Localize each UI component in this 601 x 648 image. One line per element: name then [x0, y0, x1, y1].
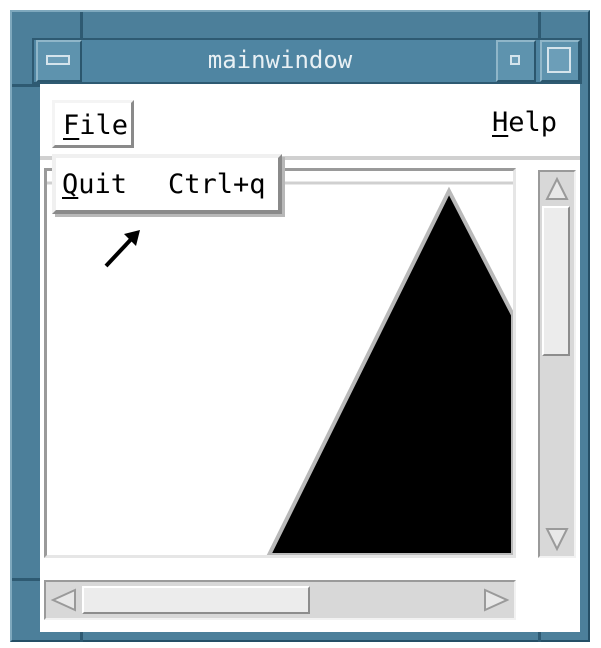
arrow-down-icon[interactable] [544, 526, 570, 552]
horizontal-scroll-thumb[interactable] [82, 586, 310, 614]
arrow-up-icon[interactable] [544, 176, 570, 202]
quit-label: Quit [62, 166, 127, 204]
frame-resize-handle-top-left[interactable] [80, 12, 83, 38]
maximize-button[interactable] [540, 40, 580, 82]
menu-help[interactable]: Help [492, 106, 557, 140]
help-mnemonic: H [492, 107, 509, 138]
frame-resize-handle-top-right[interactable] [538, 12, 541, 38]
vertical-scroll-thumb[interactable] [542, 206, 570, 356]
minimize-button[interactable] [496, 40, 536, 82]
arrow-right-icon[interactable] [482, 587, 510, 613]
menu-item-quit[interactable]: Quit Ctrl+q [62, 166, 274, 204]
quit-accelerator: Ctrl+q [168, 169, 266, 200]
drawing-area[interactable] [44, 168, 516, 558]
window-menu-icon [46, 55, 70, 65]
black-shape [266, 186, 513, 555]
frame-resize-handle-left-top[interactable] [12, 84, 40, 87]
help-label-rest: elp [508, 107, 558, 138]
window-title: mainwindow [207, 46, 353, 74]
file-label-rest: ile [79, 110, 129, 141]
window-menu-button[interactable] [36, 40, 82, 82]
quit-label-rest: uit [78, 169, 128, 200]
menu-file[interactable]: File [52, 100, 134, 148]
mouse-cursor-icon [104, 230, 140, 268]
file-mnemonic: F [63, 110, 80, 141]
quit-mnemonic: Q [62, 169, 79, 200]
arrow-left-icon[interactable] [50, 587, 78, 613]
minimize-icon [510, 55, 520, 65]
maximize-icon [547, 47, 571, 73]
frame-resize-handle-left-bottom[interactable] [12, 578, 40, 581]
